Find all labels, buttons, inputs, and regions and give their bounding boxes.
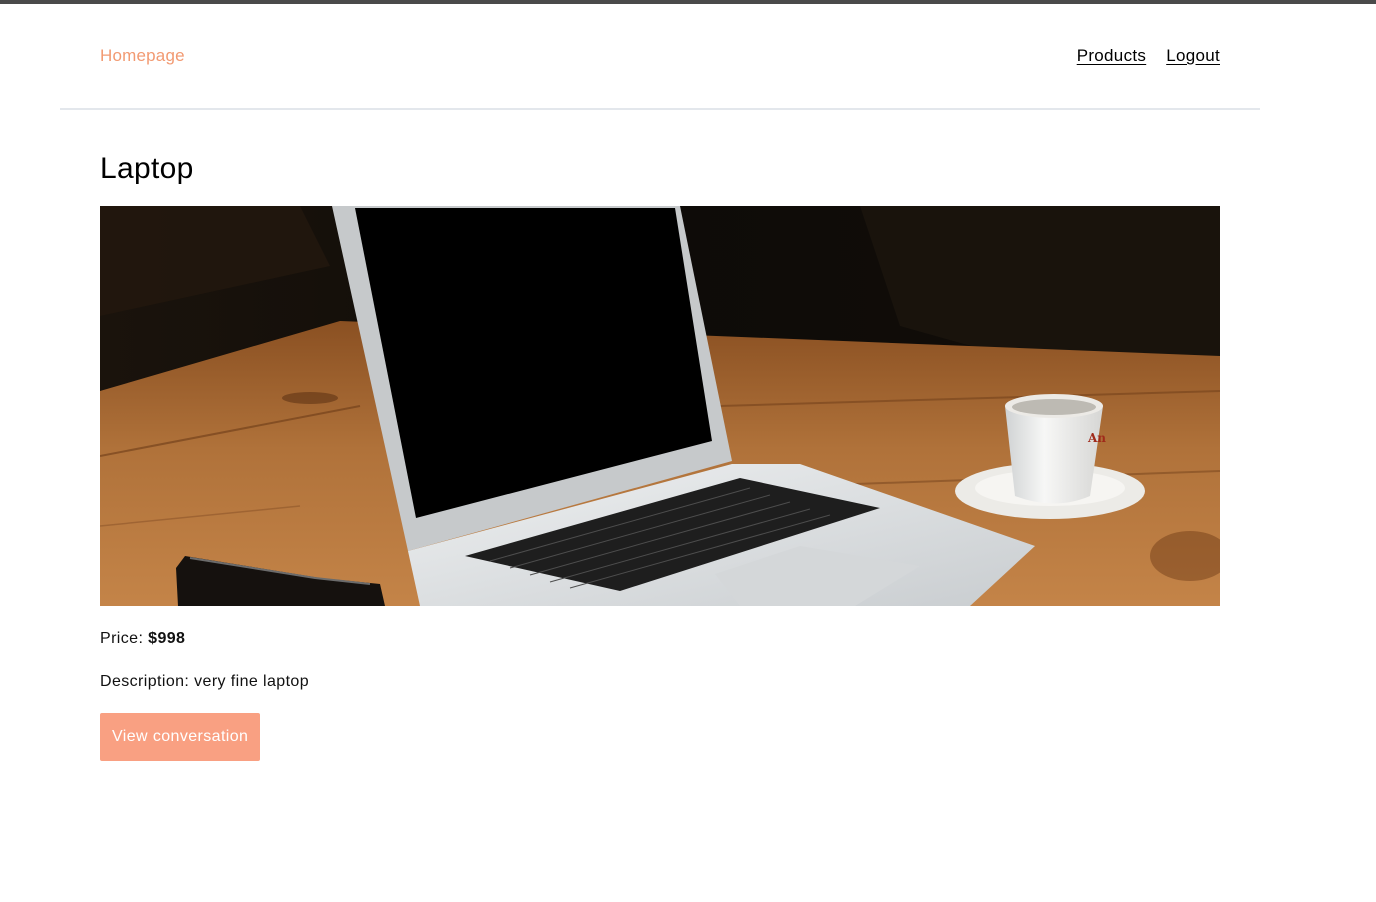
products-link[interactable]: Products [1077, 46, 1147, 66]
product-detail: Laptop An Price: $998 Description: very … [100, 140, 1220, 761]
navbar: Homepage Products Logout [60, 4, 1260, 110]
logout-link[interactable]: Logout [1166, 46, 1220, 66]
description-label: Description: [100, 673, 195, 690]
nav-links: Products Logout [1077, 46, 1220, 66]
homepage-link[interactable]: Homepage [100, 46, 185, 66]
description-line: Description: very fine laptop [100, 673, 1220, 691]
svg-text:An: An [1087, 431, 1106, 445]
price-label: Price: [100, 630, 149, 647]
price-value: $998 [148, 630, 186, 647]
description-value: very fine laptop [194, 673, 310, 690]
product-title: Laptop [100, 152, 194, 185]
product-image: An [100, 206, 1220, 606]
price-line: Price: $998 [100, 630, 1220, 648]
view-conversation-button[interactable]: View conversation [100, 713, 261, 761]
